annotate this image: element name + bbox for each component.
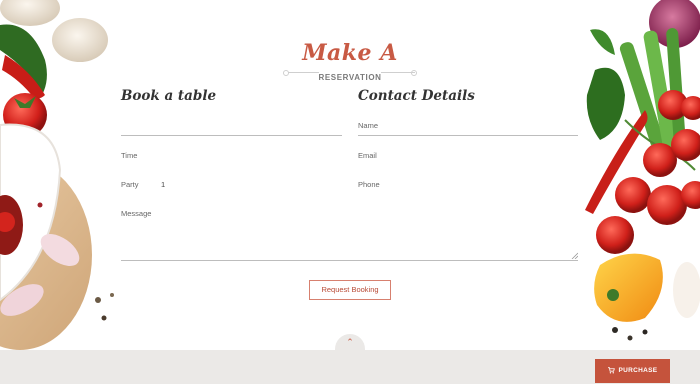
scroll-top-button[interactable]: ⌃ [335, 334, 365, 350]
chevron-up-icon: ⌃ [346, 337, 354, 347]
vegetables-right-image [585, 0, 700, 341]
request-booking-button[interactable]: Request Booking [309, 280, 391, 300]
section-title: Make A RESERVATION [230, 38, 470, 82]
cart-icon [607, 367, 615, 374]
divider-line-right [381, 72, 415, 73]
divider-line-left [285, 72, 319, 73]
vegetables-left-image [0, 0, 114, 350]
date-field[interactable] [121, 135, 342, 136]
name-field[interactable] [358, 135, 578, 136]
message-textarea[interactable] [121, 206, 578, 261]
book-table-heading: Book a table [121, 88, 217, 104]
resize-handle-icon[interactable] [571, 252, 578, 259]
reservation-page: Make A RESERVATION Book a table Contact … [0, 0, 700, 384]
name-label: Name [358, 121, 379, 130]
phone-label: Phone [358, 180, 380, 189]
party-select[interactable]: 1 [161, 180, 165, 189]
party-label: Party [121, 180, 139, 189]
email-label: Email [358, 151, 377, 160]
contact-details-heading: Contact Details [358, 88, 475, 104]
time-field[interactable] [121, 165, 342, 166]
divider-dot-right [411, 70, 417, 76]
divider-dot-left [283, 70, 289, 76]
page-subtitle: RESERVATION [318, 73, 382, 82]
purchase-button[interactable]: PURCHASE [595, 359, 670, 383]
time-label: Time [121, 151, 138, 160]
email-field[interactable] [358, 165, 578, 166]
purchase-label: PURCHASE [618, 367, 658, 374]
subtitle-divider: RESERVATION [230, 67, 470, 82]
page-title: Make A [302, 40, 398, 66]
phone-field[interactable] [358, 194, 578, 195]
